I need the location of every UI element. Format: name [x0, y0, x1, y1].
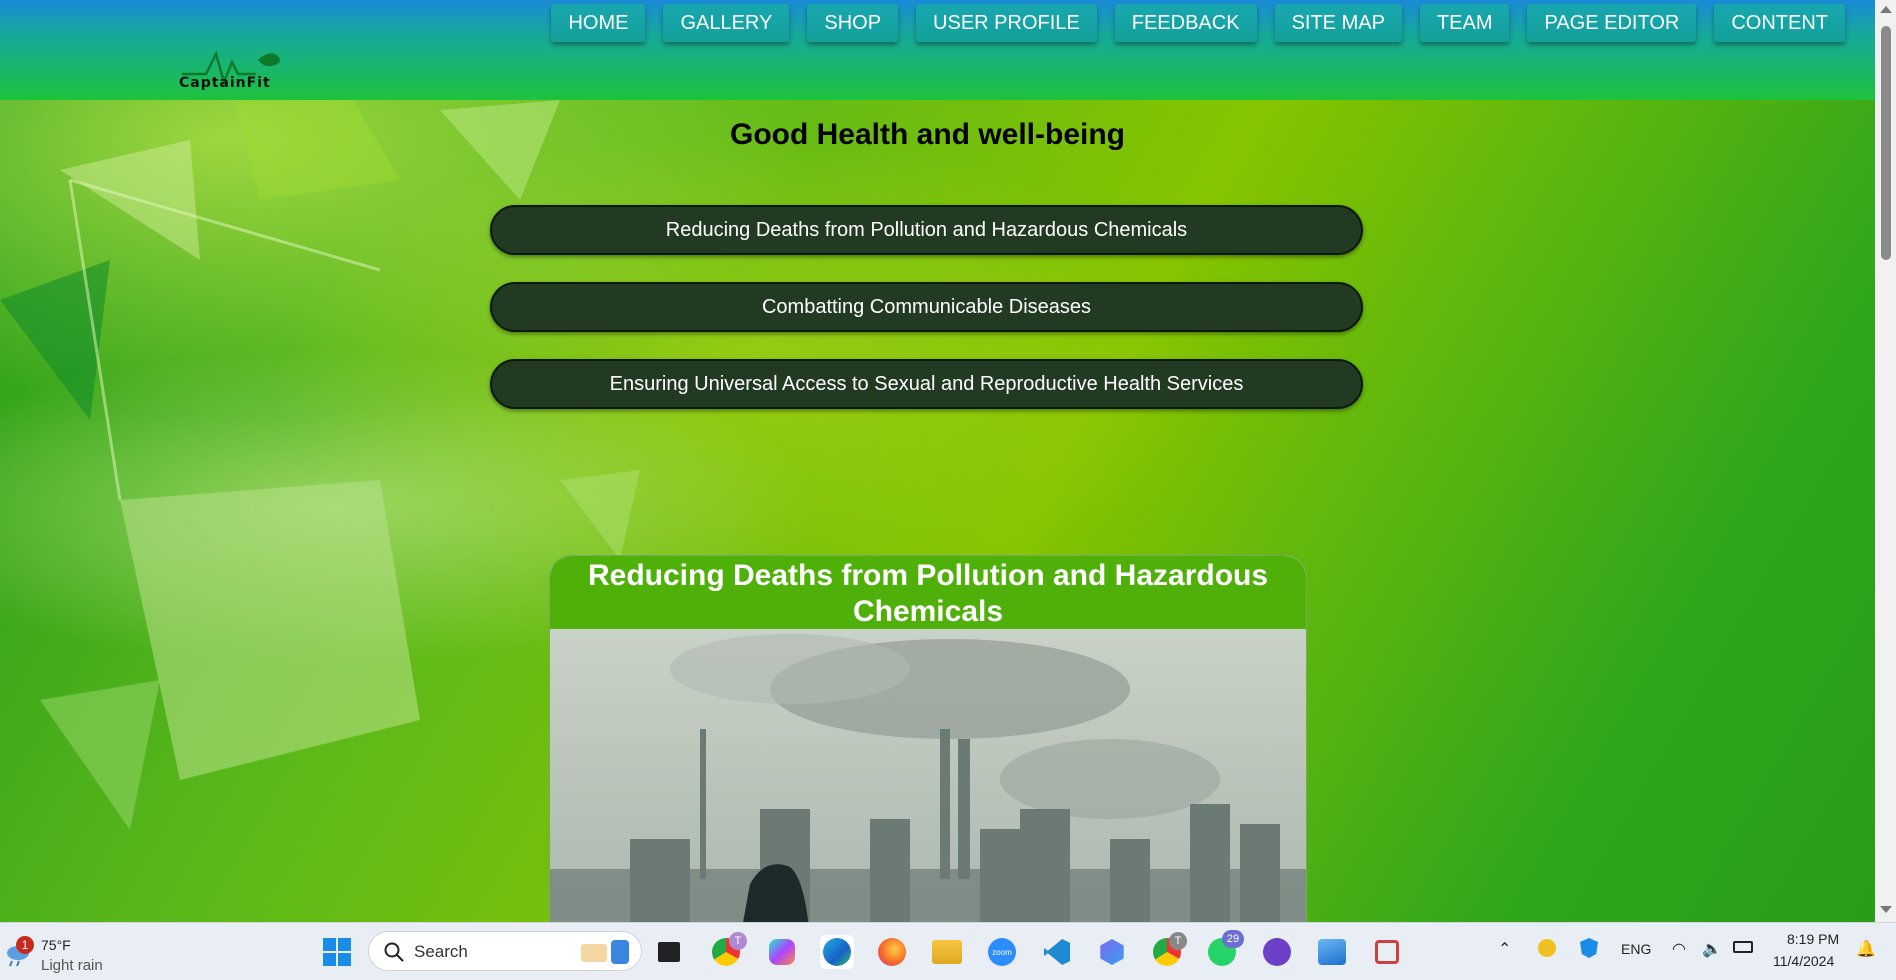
tray-app-icon[interactable]	[1538, 939, 1556, 957]
vscode-icon[interactable]	[1040, 935, 1074, 969]
search-icon	[384, 942, 404, 962]
weather-badge: 1	[16, 936, 34, 954]
nav-site-map-button[interactable]: SITE MAP	[1274, 4, 1402, 42]
page-scrollbar[interactable]	[1875, 0, 1896, 922]
nav-user-profile-button[interactable]: USER PROFILE	[916, 4, 1097, 42]
edge-icon[interactable]	[820, 935, 854, 969]
nav-gallery-button[interactable]: GALLERY	[663, 4, 790, 42]
topic-pollution-button[interactable]: Reducing Deaths from Pollution and Hazar…	[490, 205, 1363, 255]
weather-temp[interactable]: 75°F	[41, 937, 71, 953]
site-header: CaptainFit HOME GALLERY SHOP USER PROFIL…	[0, 0, 1875, 100]
security-shield-icon[interactable]	[1580, 938, 1598, 958]
chrome-profile-badge: T	[729, 932, 747, 950]
card-title: Reducing Deaths from Pollution and Hazar…	[550, 556, 1306, 629]
logo-text: CaptainFit	[179, 75, 271, 91]
topic-communicable-diseases-button[interactable]: Combatting Communicable Diseases	[490, 282, 1363, 332]
topic-reproductive-health-button[interactable]: Ensuring Universal Access to Sexual and …	[490, 359, 1363, 409]
show-hidden-icons-icon[interactable]: ⌃	[1498, 939, 1511, 959]
nav-team-button[interactable]: TEAM	[1419, 4, 1510, 42]
notification-bell-icon[interactable]: 🔔	[1856, 939, 1876, 959]
windows-taskbar: 1 75°F Light rain Search T zoom T 29 ⌃ E…	[0, 922, 1896, 980]
zoom-icon[interactable]: zoom	[985, 935, 1019, 969]
volume-muted-icon[interactable]: 🔈	[1702, 939, 1722, 959]
battery-icon[interactable]	[1733, 941, 1753, 953]
pollution-city-image	[550, 629, 1306, 936]
clock-date[interactable]: 11/4/2024	[1773, 953, 1834, 969]
github-icon[interactable]	[1260, 935, 1294, 969]
nav-shop-button[interactable]: SHOP	[807, 4, 899, 42]
search-highlight-icon	[581, 940, 629, 964]
clock-time[interactable]: 8:19 PM	[1787, 931, 1839, 947]
weather-condition[interactable]: Light rain	[41, 957, 103, 974]
chrome-profile2-badge: T	[1169, 932, 1187, 950]
task-view-icon[interactable]	[652, 935, 686, 969]
firefox-icon[interactable]	[875, 935, 909, 969]
photos-icon[interactable]	[1315, 935, 1349, 969]
topic-card: Reducing Deaths from Pollution and Hazar…	[549, 555, 1307, 937]
page-title: Good Health and well-being	[729, 118, 1125, 151]
nav-page-editor-button[interactable]: PAGE EDITOR	[1527, 4, 1697, 42]
scroll-thumb[interactable]	[1881, 26, 1891, 260]
snipping-tool-icon[interactable]	[1370, 935, 1404, 969]
windows-start-icon[interactable]	[320, 935, 354, 969]
search-placeholder: Search	[414, 942, 468, 961]
nav-content-button[interactable]: CONTENT	[1714, 4, 1845, 42]
scroll-down-icon[interactable]	[1880, 906, 1892, 913]
whatsapp-badge: 29	[1222, 930, 1244, 948]
wifi-icon[interactable]: ◠	[1672, 939, 1686, 959]
scroll-up-icon[interactable]	[1880, 6, 1892, 13]
nav-home-button[interactable]: HOME	[551, 4, 646, 42]
language-indicator[interactable]: ENG	[1621, 941, 1651, 957]
app-hexagon-icon[interactable]	[1095, 935, 1129, 969]
taskbar-search-box[interactable]: Search	[368, 931, 642, 971]
main-nav: HOME GALLERY SHOP USER PROFILE FEEDBACK …	[551, 4, 1845, 42]
file-explorer-icon[interactable]	[930, 935, 964, 969]
copilot-icon[interactable]	[765, 935, 799, 969]
nav-feedback-button[interactable]: FEEDBACK	[1114, 4, 1257, 42]
